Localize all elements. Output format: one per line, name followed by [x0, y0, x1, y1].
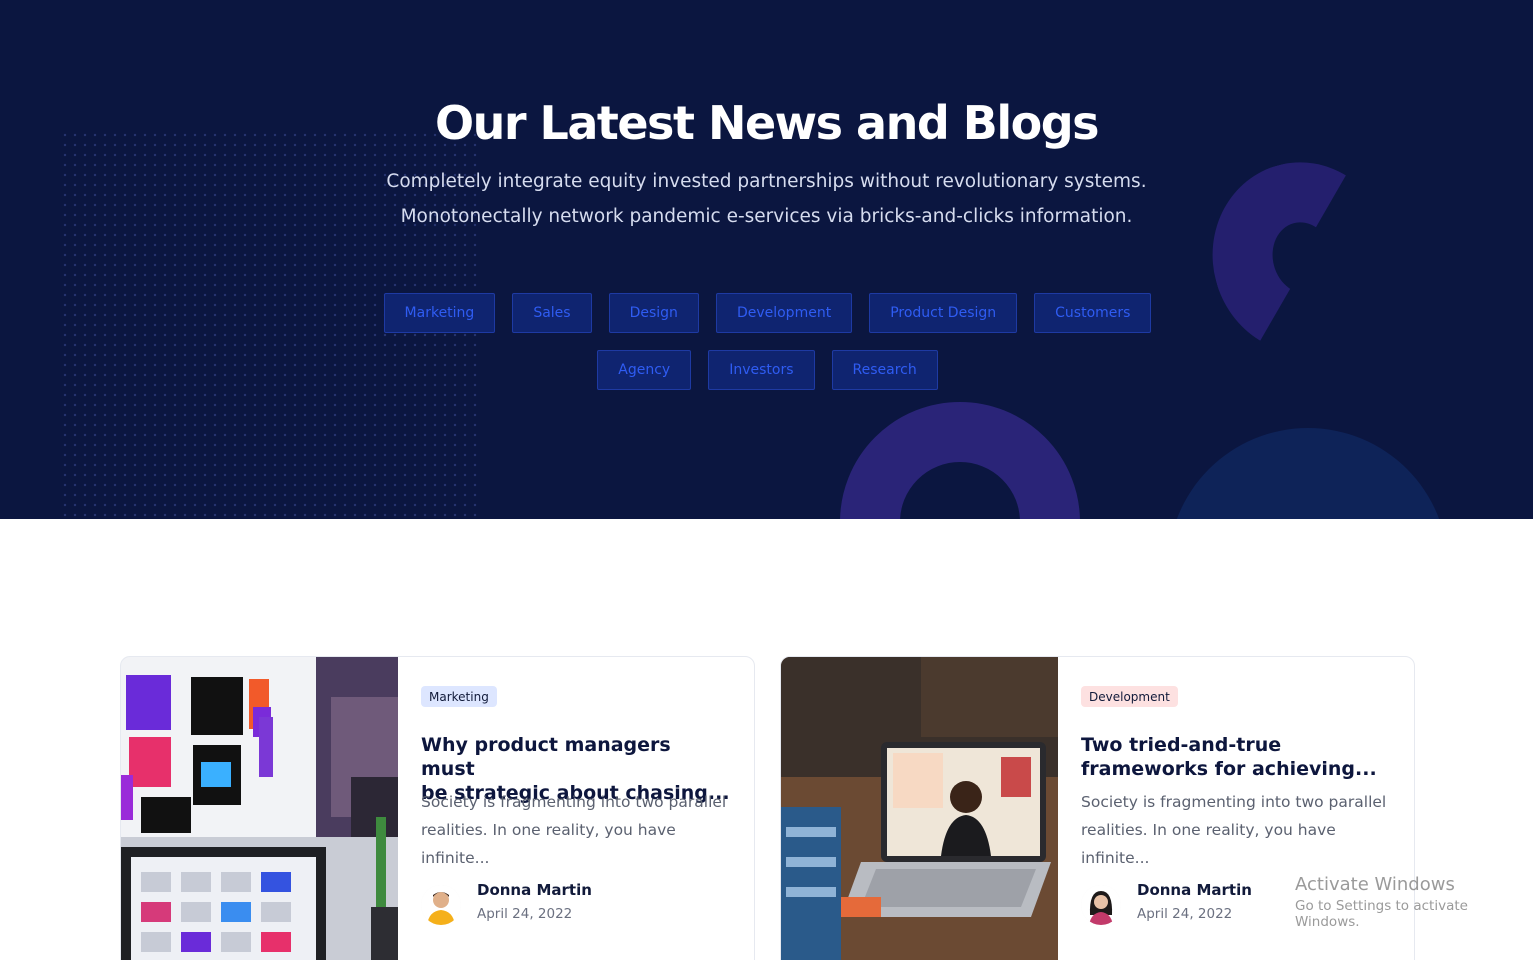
- tag-design[interactable]: Design: [608, 293, 699, 333]
- tag-sales[interactable]: Sales: [512, 293, 592, 333]
- category-tag-list: Marketing Sales Design Development Produ…: [360, 293, 1175, 390]
- post-excerpt-line-2: realities. In one reality, you have infi…: [1081, 821, 1336, 867]
- tag-research[interactable]: Research: [831, 350, 938, 390]
- post-title-line-2[interactable]: frameworks for achieving...: [1081, 758, 1377, 780]
- hero-section: Our Latest News and Blogs Completely int…: [0, 0, 1533, 519]
- author-name[interactable]: Donna Martin: [477, 881, 592, 899]
- page-title: Our Latest News and Blogs: [434, 96, 1100, 150]
- hero-subtitle-line-1: Completely integrate equity invested par…: [386, 171, 1147, 192]
- author-name[interactable]: Donna Martin: [1137, 881, 1252, 899]
- category-badge[interactable]: Marketing: [421, 686, 497, 707]
- post-excerpt-line-2: realities. In one reality, you have infi…: [421, 821, 676, 867]
- post-thumbnail-image[interactable]: [121, 657, 398, 960]
- blog-card[interactable]: Marketing Why product managers must be s…: [120, 656, 755, 960]
- tag-agency[interactable]: Agency: [597, 350, 692, 390]
- post-date: April 24, 2022: [477, 906, 573, 922]
- post-title-line-1[interactable]: Why product managers must: [421, 734, 671, 780]
- post-excerpt: Society is fragmenting into two parallel…: [421, 788, 741, 872]
- tag-development[interactable]: Development: [715, 293, 853, 333]
- windows-activation-watermark: Activate Windows Go to Settings to activ…: [1295, 874, 1533, 930]
- post-excerpt-line-1: Society is fragmenting into two parallel: [421, 793, 727, 811]
- tag-marketing[interactable]: Marketing: [383, 293, 496, 333]
- post-excerpt: Society is fragmenting into two parallel…: [1081, 788, 1401, 872]
- post-thumbnail-image[interactable]: [781, 657, 1058, 960]
- watermark-line-1: Activate Windows: [1295, 874, 1455, 895]
- post-title-line-1[interactable]: Two tried-and-true: [1081, 734, 1281, 756]
- watermark-line-2: Go to Settings to activate Windows.: [1295, 898, 1468, 930]
- post-date: April 24, 2022: [1137, 906, 1233, 922]
- post-title[interactable]: Two tried-and-true frameworks for achiev…: [1081, 733, 1391, 781]
- author-avatar: [1081, 885, 1121, 925]
- hero-subtitle-line-2: Monotonectally network pandemic e-servic…: [400, 206, 1133, 227]
- post-excerpt-line-1: Society is fragmenting into two parallel: [1081, 793, 1387, 811]
- tag-customers[interactable]: Customers: [1034, 293, 1152, 333]
- tag-product-design[interactable]: Product Design: [869, 293, 1018, 333]
- decorative-circle-shape: [1168, 428, 1448, 519]
- author-avatar: [421, 885, 461, 925]
- decorative-ring-shape: [840, 402, 1080, 519]
- tag-investors[interactable]: Investors: [708, 350, 815, 390]
- category-badge[interactable]: Development: [1081, 686, 1178, 707]
